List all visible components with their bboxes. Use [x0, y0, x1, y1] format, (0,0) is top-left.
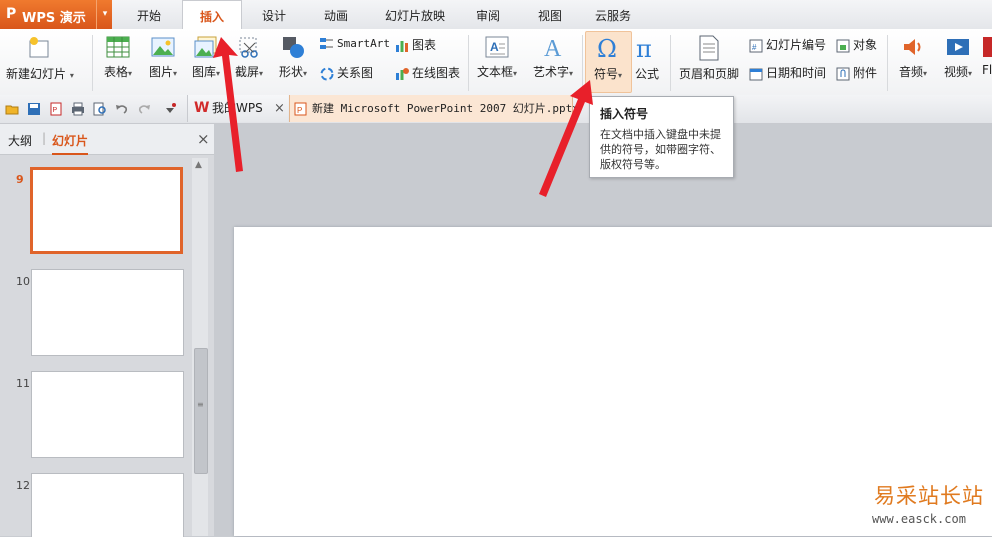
- annotation-arrows: [213, 37, 593, 197]
- watermark-logo: 易采站长站: [874, 484, 984, 508]
- arrow-to-symbol-button-icon: [539, 80, 593, 197]
- watermark-url: www.easck.com: [872, 512, 966, 526]
- arrow-to-insert-tab-icon: [213, 37, 243, 172]
